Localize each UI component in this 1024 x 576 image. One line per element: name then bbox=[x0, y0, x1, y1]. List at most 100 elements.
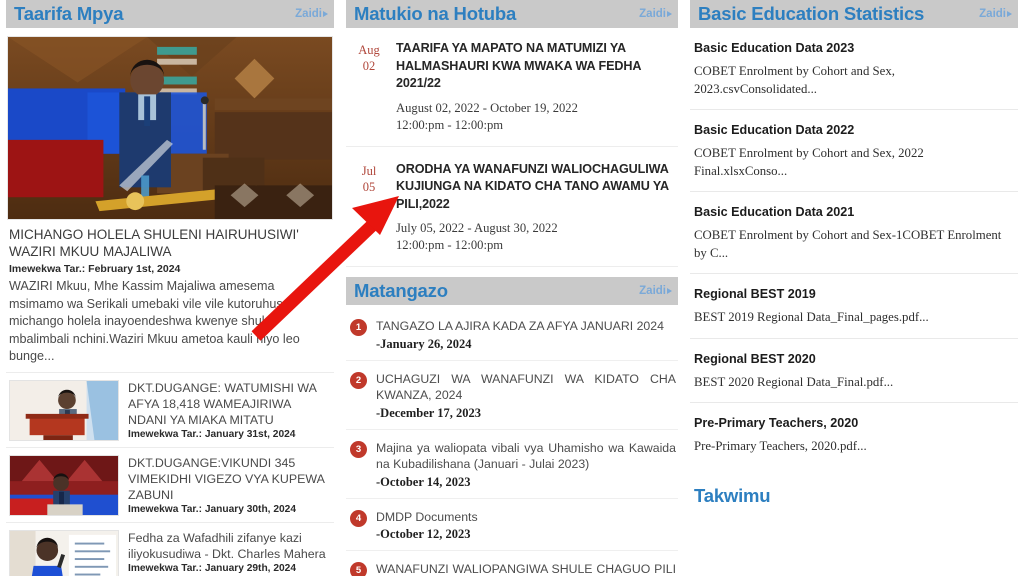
news-more-label: Zaidi bbox=[295, 8, 322, 20]
news-thumbnail-podium bbox=[9, 379, 119, 441]
statistics-more-link[interactable]: Zaidi bbox=[979, 8, 1012, 20]
event-month: Aug bbox=[358, 43, 380, 57]
statistic-description: BEST 2019 Regional Data_Final_pages.pdf.… bbox=[694, 310, 929, 324]
news-item-text: DKT.DUGANGE:VIKUNDI 345 VIMEKIDHI VIGEZO… bbox=[128, 455, 331, 515]
news-list-item[interactable]: Fedha za Wafadhili zifanye kazi iliyokus… bbox=[6, 521, 334, 576]
event-time-range: 12:00:pm - 12:00:pm bbox=[396, 238, 504, 252]
announcement-title[interactable]: DMDP Documents bbox=[376, 509, 676, 526]
announcements-section-title: Matangazo bbox=[354, 280, 448, 301]
lead-article-body: WAZIRI Mkuu, Mhe Kassim Majaliwa amesema… bbox=[9, 279, 300, 363]
announcement-item[interactable]: 1 TANGAZO LA AJIRA KADA ZA AFYA JANUARI … bbox=[346, 313, 678, 361]
announcement-number-badge: 2 bbox=[350, 371, 367, 389]
announcements-more-link[interactable]: Zaidi bbox=[639, 285, 672, 297]
event-time-range: 12:00:pm - 12:00:pm bbox=[396, 117, 504, 132]
events-more-label: Zaidi bbox=[639, 8, 666, 20]
statistic-item[interactable]: Pre-Primary Teachers, 2020 Pre-Primary T… bbox=[690, 411, 1018, 467]
statistic-title[interactable]: Basic Education Data 2023 bbox=[694, 40, 1014, 57]
statistics-column: Basic Education Statistics Zaidi Basic E… bbox=[684, 0, 1024, 576]
event-day: 05 bbox=[362, 179, 376, 194]
chevron-right-icon bbox=[1007, 11, 1012, 17]
statistic-title[interactable]: Basic Education Data 2021 bbox=[694, 204, 1014, 221]
announcement-body: WANAFUNZI WALIOPANGIWA SHULE CHAGUO PILI… bbox=[376, 561, 676, 576]
news-item-meta: Imewekwa Tar.: January 29th, 2024 bbox=[128, 562, 296, 574]
event-date-range: July 05, 2022 - August 30, 2022 bbox=[396, 221, 558, 235]
announcement-item[interactable]: 3 Majina ya waliopata vibali vya Uhamish… bbox=[346, 435, 678, 499]
event-item[interactable]: Jul 05 ORODHA YA WANAFUNZI WALIOCHAGULIW… bbox=[346, 157, 678, 267]
news-item-meta: Imewekwa Tar.: January 30th, 2024 bbox=[128, 503, 296, 515]
event-day: 02 bbox=[362, 59, 376, 73]
statistic-title[interactable]: Regional BEST 2019 bbox=[694, 286, 1014, 303]
event-date-range: August 02, 2022 - October 19, 2022 bbox=[396, 100, 578, 115]
announcement-number-badge: 5 bbox=[350, 562, 367, 576]
statistic-description: COBET Enrolment by Cohort and Sex, 2023.… bbox=[694, 64, 895, 96]
news-item-text: Fedha za Wafadhili zifanye kazi iliyokus… bbox=[128, 530, 331, 574]
announcement-item[interactable]: 4 DMDP Documents -October 12, 2023 bbox=[346, 504, 678, 551]
chevron-right-icon bbox=[667, 11, 672, 17]
announcement-date: -December 17, 2023 bbox=[376, 405, 481, 420]
statistics-section-header: Basic Education Statistics Zaidi bbox=[690, 0, 1018, 28]
events-section-title: Matukio na Hotuba bbox=[354, 3, 517, 24]
statistic-description: BEST 2020 Regional Data_Final.pdf... bbox=[694, 374, 894, 389]
news-item-text: DKT.DUGANGE: WATUMISHI WA AFYA 18,418 WA… bbox=[128, 380, 331, 440]
news-section-header: Taarifa Mpya Zaidi bbox=[6, 0, 334, 28]
events-section-header: Matukio na Hotuba Zaidi bbox=[346, 0, 678, 28]
announcements-more-label: Zaidi bbox=[639, 285, 666, 297]
events-more-link[interactable]: Zaidi bbox=[639, 8, 672, 20]
announcements-section-header: Matangazo Zaidi bbox=[346, 277, 678, 305]
announcement-title[interactable]: WANAFUNZI WALIOPANGIWA SHULE CHAGUO PILI… bbox=[376, 561, 676, 576]
statistic-item[interactable]: Basic Education Data 2021 COBET Enrolmen… bbox=[690, 200, 1018, 274]
news-list-item[interactable]: DKT.DUGANGE:VIKUNDI 345 VIMEKIDHI VIGEZO… bbox=[6, 446, 334, 522]
event-body: TAARIFA YA MAPATO NA MATUMIZI YA HALMASH… bbox=[396, 40, 676, 134]
statistics-section-title: Basic Education Statistics bbox=[698, 3, 925, 24]
announcement-date: -October 14, 2023 bbox=[376, 474, 471, 489]
event-month: Jul bbox=[361, 163, 377, 178]
event-title[interactable]: ORODHA YA WANAFUNZI WALIOCHAGULIWA KUJIU… bbox=[396, 161, 676, 214]
statistic-title[interactable]: Regional BEST 2020 bbox=[694, 351, 1014, 368]
statistic-item[interactable]: Basic Education Data 2023 COBET Enrolmen… bbox=[690, 36, 1018, 110]
event-item[interactable]: Aug 02 TAARIFA YA MAPATO NA MATUMIZI YA … bbox=[346, 36, 678, 147]
statistic-item[interactable]: Regional BEST 2019 BEST 2019 Regional Da… bbox=[690, 282, 1018, 339]
announcement-body: Majina ya waliopata vibali vya Uhamisho … bbox=[376, 440, 676, 490]
announcement-body: DMDP Documents -October 12, 2023 bbox=[376, 509, 676, 543]
takwimu-heading[interactable]: Takwimu bbox=[690, 475, 1018, 507]
statistic-description: Pre-Primary Teachers, 2020.pdf... bbox=[694, 439, 867, 453]
announcement-item[interactable]: 5 WANAFUNZI WALIOPANGIWA SHULE CHAGUO PI… bbox=[346, 556, 678, 576]
news-item-title[interactable]: DKT.DUGANGE:VIKUNDI 345 VIMEKIDHI VIGEZO… bbox=[128, 455, 331, 503]
statistic-title[interactable]: Pre-Primary Teachers, 2020 bbox=[694, 415, 1014, 432]
statistic-description: COBET Enrolment by Cohort and Sex-1COBET… bbox=[694, 228, 1002, 260]
news-column: Taarifa Mpya Zaidi MICHANGO HOLELA SHULE… bbox=[0, 0, 340, 576]
lead-article-meta: Imewekwa Tar.: February 1st, 2024 bbox=[9, 263, 181, 275]
announcement-number-badge: 4 bbox=[350, 509, 367, 527]
announcement-number-badge: 3 bbox=[350, 440, 367, 458]
news-item-title[interactable]: Fedha za Wafadhili zifanye kazi iliyokus… bbox=[128, 530, 331, 562]
news-more-link[interactable]: Zaidi bbox=[295, 8, 328, 20]
statistic-item[interactable]: Regional BEST 2020 BEST 2020 Regional Da… bbox=[690, 347, 1018, 403]
events-announcements-column: Matukio na Hotuba Zaidi Aug 02 TAARIFA Y… bbox=[340, 0, 684, 576]
news-section-title: Taarifa Mpya bbox=[14, 3, 124, 24]
announcement-date: -October 12, 2023 bbox=[376, 527, 471, 541]
announcement-date: -January 26, 2024 bbox=[376, 336, 472, 351]
announcement-title[interactable]: TANGAZO LA AJIRA KADA ZA AFYA JANUARI 20… bbox=[376, 318, 676, 335]
chevron-right-icon bbox=[323, 11, 328, 17]
news-item-meta: Imewekwa Tar.: January 31st, 2024 bbox=[128, 428, 296, 440]
news-item-title[interactable]: DKT.DUGANGE: WATUMISHI WA AFYA 18,418 WA… bbox=[128, 380, 331, 428]
announcement-title[interactable]: Majina ya waliopata vibali vya Uhamisho … bbox=[376, 440, 676, 473]
page-root: Taarifa Mpya Zaidi MICHANGO HOLELA SHULE… bbox=[0, 0, 1024, 576]
hero-image-parliament[interactable] bbox=[7, 36, 333, 220]
announcement-item[interactable]: 2 UCHAGUZI WA WANAFUNZI WA KIDATO CHA KW… bbox=[346, 366, 678, 430]
event-title[interactable]: TAARIFA YA MAPATO NA MATUMIZI YA HALMASH… bbox=[396, 40, 676, 93]
announcement-body: TANGAZO LA AJIRA KADA ZA AFYA JANUARI 20… bbox=[376, 318, 676, 352]
event-date: Jul 05 bbox=[348, 161, 390, 255]
lead-article-title[interactable]: MICHANGO HOLELA SHULENI HAIRUHUSIWI' WAZ… bbox=[6, 227, 334, 260]
chevron-right-icon bbox=[667, 288, 672, 294]
news-list-item[interactable]: DKT.DUGANGE: WATUMISHI WA AFYA 18,418 WA… bbox=[6, 371, 334, 447]
announcement-body: UCHAGUZI WA WANAFUNZI WA KIDATO CHA KWAN… bbox=[376, 371, 676, 421]
statistic-title[interactable]: Basic Education Data 2022 bbox=[694, 122, 1014, 139]
event-body: ORODHA YA WANAFUNZI WALIOCHAGULIWA KUJIU… bbox=[396, 161, 676, 255]
event-date: Aug 02 bbox=[348, 40, 390, 134]
statistic-item[interactable]: Basic Education Data 2022 COBET Enrolmen… bbox=[690, 118, 1018, 192]
announcement-title[interactable]: UCHAGUZI WA WANAFUNZI WA KIDATO CHA KWAN… bbox=[376, 371, 676, 404]
statistic-description: COBET Enrolment by Cohort and Sex, 2022 … bbox=[694, 146, 924, 178]
news-thumbnail-presenter bbox=[9, 529, 119, 576]
announcement-number-badge: 1 bbox=[350, 319, 367, 336]
